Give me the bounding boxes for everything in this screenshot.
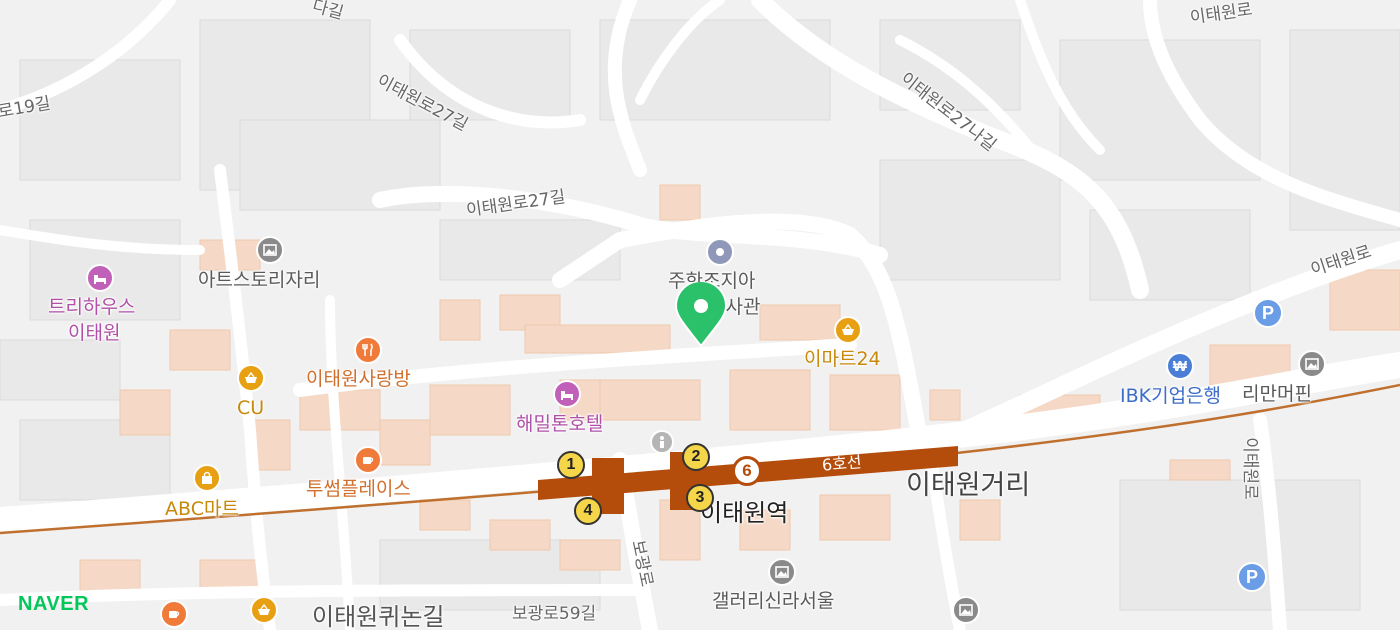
place-label-artstory[interactable]: 아트스토리자리: [198, 271, 320, 290]
bank-icon[interactable]: ₩: [1166, 352, 1194, 380]
station-exit-1[interactable]: 1: [557, 451, 585, 479]
place-label-treehouse-sub[interactable]: 이태원: [68, 324, 120, 343]
cafe-icon[interactable]: [354, 446, 382, 474]
cafe-icon[interactable]: [160, 600, 188, 628]
place-label-hamilton[interactable]: 해밀톤호텔: [516, 415, 603, 434]
subway-line-6-badge[interactable]: 6: [732, 456, 762, 486]
station-exit-2[interactable]: 2: [682, 443, 710, 471]
place-label-emart24[interactable]: 이마트24: [804, 350, 881, 369]
hotel-icon[interactable]: [86, 264, 114, 292]
place-label-ibk[interactable]: IBK기업은행: [1120, 387, 1221, 406]
place-label-gallery-shilla[interactable]: 갤러리신라서울: [712, 592, 834, 611]
parking-icon[interactable]: P: [1253, 298, 1283, 328]
subway-line-label: 6호선: [821, 452, 863, 475]
station-exit-4[interactable]: 4: [574, 497, 602, 525]
shopping-bag-icon[interactable]: [193, 464, 221, 492]
restaurant-icon[interactable]: [354, 336, 382, 364]
place-label-rimanmerfin[interactable]: 리만머핀: [1242, 385, 1312, 404]
hotel-icon[interactable]: [553, 380, 581, 408]
gallery-icon[interactable]: [952, 596, 980, 624]
naver-logo: NAVER: [18, 593, 90, 615]
road-label: 이태원로: [1239, 437, 1260, 500]
place-label-sarangbang[interactable]: 이태원사랑방: [306, 370, 411, 389]
road-label: 보광로59길: [512, 604, 597, 624]
embassy-icon[interactable]: [706, 238, 734, 266]
location-marker-icon[interactable]: [674, 282, 728, 350]
gallery-icon[interactable]: [256, 236, 284, 264]
restroom-icon[interactable]: [650, 430, 674, 454]
area-label-kinogil[interactable]: 이태원퀴논길: [312, 605, 444, 629]
shopping-basket-icon[interactable]: [834, 316, 862, 344]
map-view[interactable]: 로19길 이태원로27길 이태원로27길 이태원로27나길 이태원로 이태원로 …: [0, 0, 1400, 630]
place-label-treehouse[interactable]: 트리하우스: [48, 298, 135, 317]
station-label-itaewon[interactable]: 이태원역: [700, 501, 788, 525]
parking-icon[interactable]: P: [1237, 562, 1267, 592]
place-label-abcmart[interactable]: ABC마트: [165, 500, 239, 519]
shopping-basket-icon[interactable]: [250, 596, 278, 624]
station-exit-3[interactable]: 3: [686, 484, 714, 512]
area-label-itaewon-street[interactable]: 이태원거리: [906, 472, 1030, 499]
gallery-icon[interactable]: [768, 558, 796, 586]
place-label-cu[interactable]: CU: [237, 399, 264, 418]
shopping-basket-icon[interactable]: [237, 364, 265, 392]
gallery-icon[interactable]: [1298, 350, 1326, 378]
place-label-twosome[interactable]: 투썸플레이스: [306, 480, 411, 499]
